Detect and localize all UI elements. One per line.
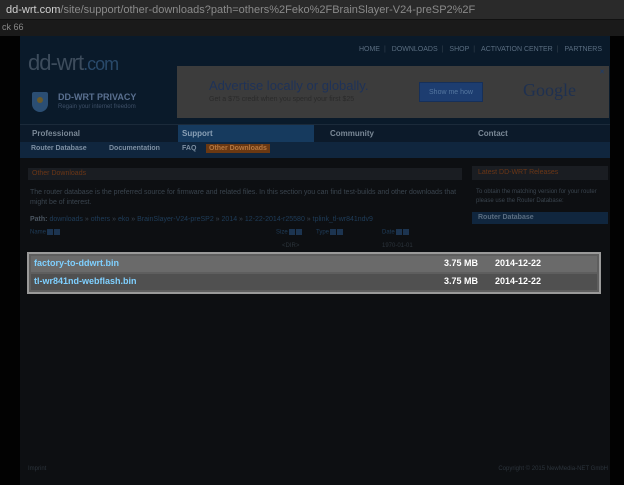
file-link[interactable]: tl-wr841nd-webflash.bin: [34, 276, 137, 286]
top-nav-downloads[interactable]: DOWNLOADS: [392, 46, 438, 53]
privacy-title: DD-WRT PRIVACY: [58, 92, 137, 102]
sort-desc-icon[interactable]: [402, 229, 409, 235]
nav-separator: |: [383, 46, 386, 53]
router-database-button[interactable]: Router Database: [472, 212, 608, 224]
section-title-bar: Other Downloads: [28, 168, 462, 180]
top-nav-home[interactable]: HOME: [359, 46, 380, 53]
dir-row-type[interactable]: <DIR>: [282, 243, 299, 249]
page: dd-wrt.com HOME | DOWNLOADS | SHOP | ACTIVA…: [0, 36, 624, 485]
logo-tld: .com: [83, 54, 119, 74]
file-link[interactable]: factory-to-ddwrt.bin: [34, 258, 119, 268]
file-row[interactable]: tl-wr841nd-webflash.bin 3.75 MB 2014-12-…: [31, 274, 597, 290]
subnav-documentation[interactable]: Documentation: [109, 145, 160, 152]
address-bar[interactable]: dd-wrt.com/site/support/other-downloads?…: [0, 0, 624, 20]
ad-title: Advertise locally or globally.: [209, 78, 369, 93]
column-type-label: Type: [316, 229, 330, 236]
column-header-date[interactable]: Date: [382, 229, 409, 236]
sort-desc-icon[interactable]: [337, 229, 344, 235]
file-size: 3.75 MB: [444, 276, 479, 286]
top-nav-shop[interactable]: SHOP: [449, 46, 469, 53]
nav-separator: |: [473, 46, 476, 53]
breadcrumb-item[interactable]: 12-22-2014-r25580: [245, 216, 305, 223]
router-database-label: Router Database: [478, 214, 534, 221]
breadcrumb-item[interactable]: downloads: [49, 216, 82, 223]
column-date-label: Date: [382, 229, 395, 236]
nav-community[interactable]: Community: [330, 129, 374, 138]
column-header-size[interactable]: Size: [276, 229, 302, 236]
footer-imprint-link[interactable]: Imprint: [28, 466, 46, 472]
main-nav: Professional Support Community Contact: [20, 124, 610, 143]
breadcrumb-item[interactable]: others: [91, 216, 110, 223]
column-header-name[interactable]: Name: [30, 229, 61, 236]
file-row[interactable]: factory-to-ddwrt.bin 3.75 MB 2014-12-22: [31, 256, 597, 272]
bookmark-item[interactable]: ck 66: [2, 22, 24, 32]
footer-copyright: Copyright © 2015 NewMedia-NET GmbH: [498, 466, 608, 472]
sort-asc-icon[interactable]: [395, 229, 402, 235]
subnav-router-database[interactable]: Router Database: [31, 145, 87, 152]
subnav-faq[interactable]: FAQ: [182, 145, 196, 152]
dir-row-date: 1970-01-01: [382, 243, 413, 249]
column-size-label: Size: [276, 229, 288, 236]
ad-subtitle: Get a $75 credit when you spend your fir…: [209, 96, 355, 103]
top-nav: HOME | DOWNLOADS | SHOP | ACTIVATION CENTER…: [357, 46, 604, 53]
sub-nav: Router Database Documentation FAQ Other …: [20, 142, 610, 158]
breadcrumb-item[interactable]: tplink_tl-wr841ndv9: [313, 216, 373, 223]
ad-banner[interactable]: Advertise locally or globally. Get a $75…: [177, 66, 609, 118]
file-date: 2014-12-22: [495, 276, 542, 286]
privacy-banner[interactable]: DD-WRT PRIVACY Regain your internet free…: [28, 90, 178, 118]
breadcrumb: Path: downloads » others » eko » BrainSl…: [30, 216, 373, 223]
site-header: dd-wrt.com HOME | DOWNLOADS | SHOP | ACTIVA…: [20, 36, 610, 124]
section-title: Other Downloads: [32, 170, 87, 177]
file-size: 3.75 MB: [444, 258, 479, 268]
sort-asc-icon[interactable]: [47, 229, 54, 235]
nav-separator: |: [441, 46, 444, 53]
url-path: /site/support/other-downloads?path=other…: [60, 4, 476, 16]
section-description: The router database is the preferred sou…: [30, 189, 457, 206]
url-text[interactable]: dd-wrt.com/site/support/other-downloads?…: [6, 4, 475, 16]
sort-desc-icon[interactable]: [54, 229, 61, 235]
file-date: 2014-12-22: [495, 258, 542, 268]
privacy-subtitle: Regain your internet freedom: [58, 104, 136, 110]
sidebar-title: Latest DD-WRT Releases: [478, 169, 559, 176]
column-header-type[interactable]: Type: [316, 229, 344, 236]
sidebar-title-bar: Latest DD-WRT Releases: [472, 166, 608, 180]
nav-professional[interactable]: Professional: [32, 129, 80, 138]
close-icon[interactable]: ✕: [599, 68, 605, 76]
ad-show-me-how-button[interactable]: Show me how: [419, 82, 483, 102]
sort-asc-icon[interactable]: [288, 229, 295, 235]
sort-asc-icon[interactable]: [330, 229, 337, 235]
site-container: dd-wrt.com HOME | DOWNLOADS | SHOP | ACTIVA…: [20, 36, 610, 485]
sidebar-text: To obtain the matching version for your …: [476, 189, 597, 204]
breadcrumb-item[interactable]: BrainSlayer-V24-preSP2: [137, 216, 214, 223]
column-name-label: Name: [30, 229, 47, 236]
breadcrumb-item[interactable]: 2014: [222, 216, 238, 223]
google-logo: Google: [523, 80, 576, 100]
site-logo[interactable]: dd-wrt.com: [28, 50, 119, 76]
shield-icon: [32, 92, 48, 112]
nav-support[interactable]: Support: [178, 125, 314, 143]
path-label: Path:: [30, 216, 48, 223]
file-list: factory-to-ddwrt.bin 3.75 MB 2014-12-22 …: [27, 252, 601, 294]
url-domain: dd-wrt.com: [6, 4, 61, 16]
nav-contact[interactable]: Contact: [478, 129, 508, 138]
subnav-other-downloads[interactable]: Other Downloads: [206, 144, 270, 153]
bookmarks-bar: ck 66: [0, 20, 624, 36]
top-nav-partners[interactable]: PARTNERS: [565, 46, 602, 53]
breadcrumb-item[interactable]: eko: [118, 216, 129, 223]
logo-text: dd-wrt: [28, 50, 84, 75]
top-nav-activation-center[interactable]: ACTIVATION CENTER: [481, 46, 553, 53]
sort-desc-icon[interactable]: [295, 229, 302, 235]
nav-separator: |: [556, 46, 559, 53]
